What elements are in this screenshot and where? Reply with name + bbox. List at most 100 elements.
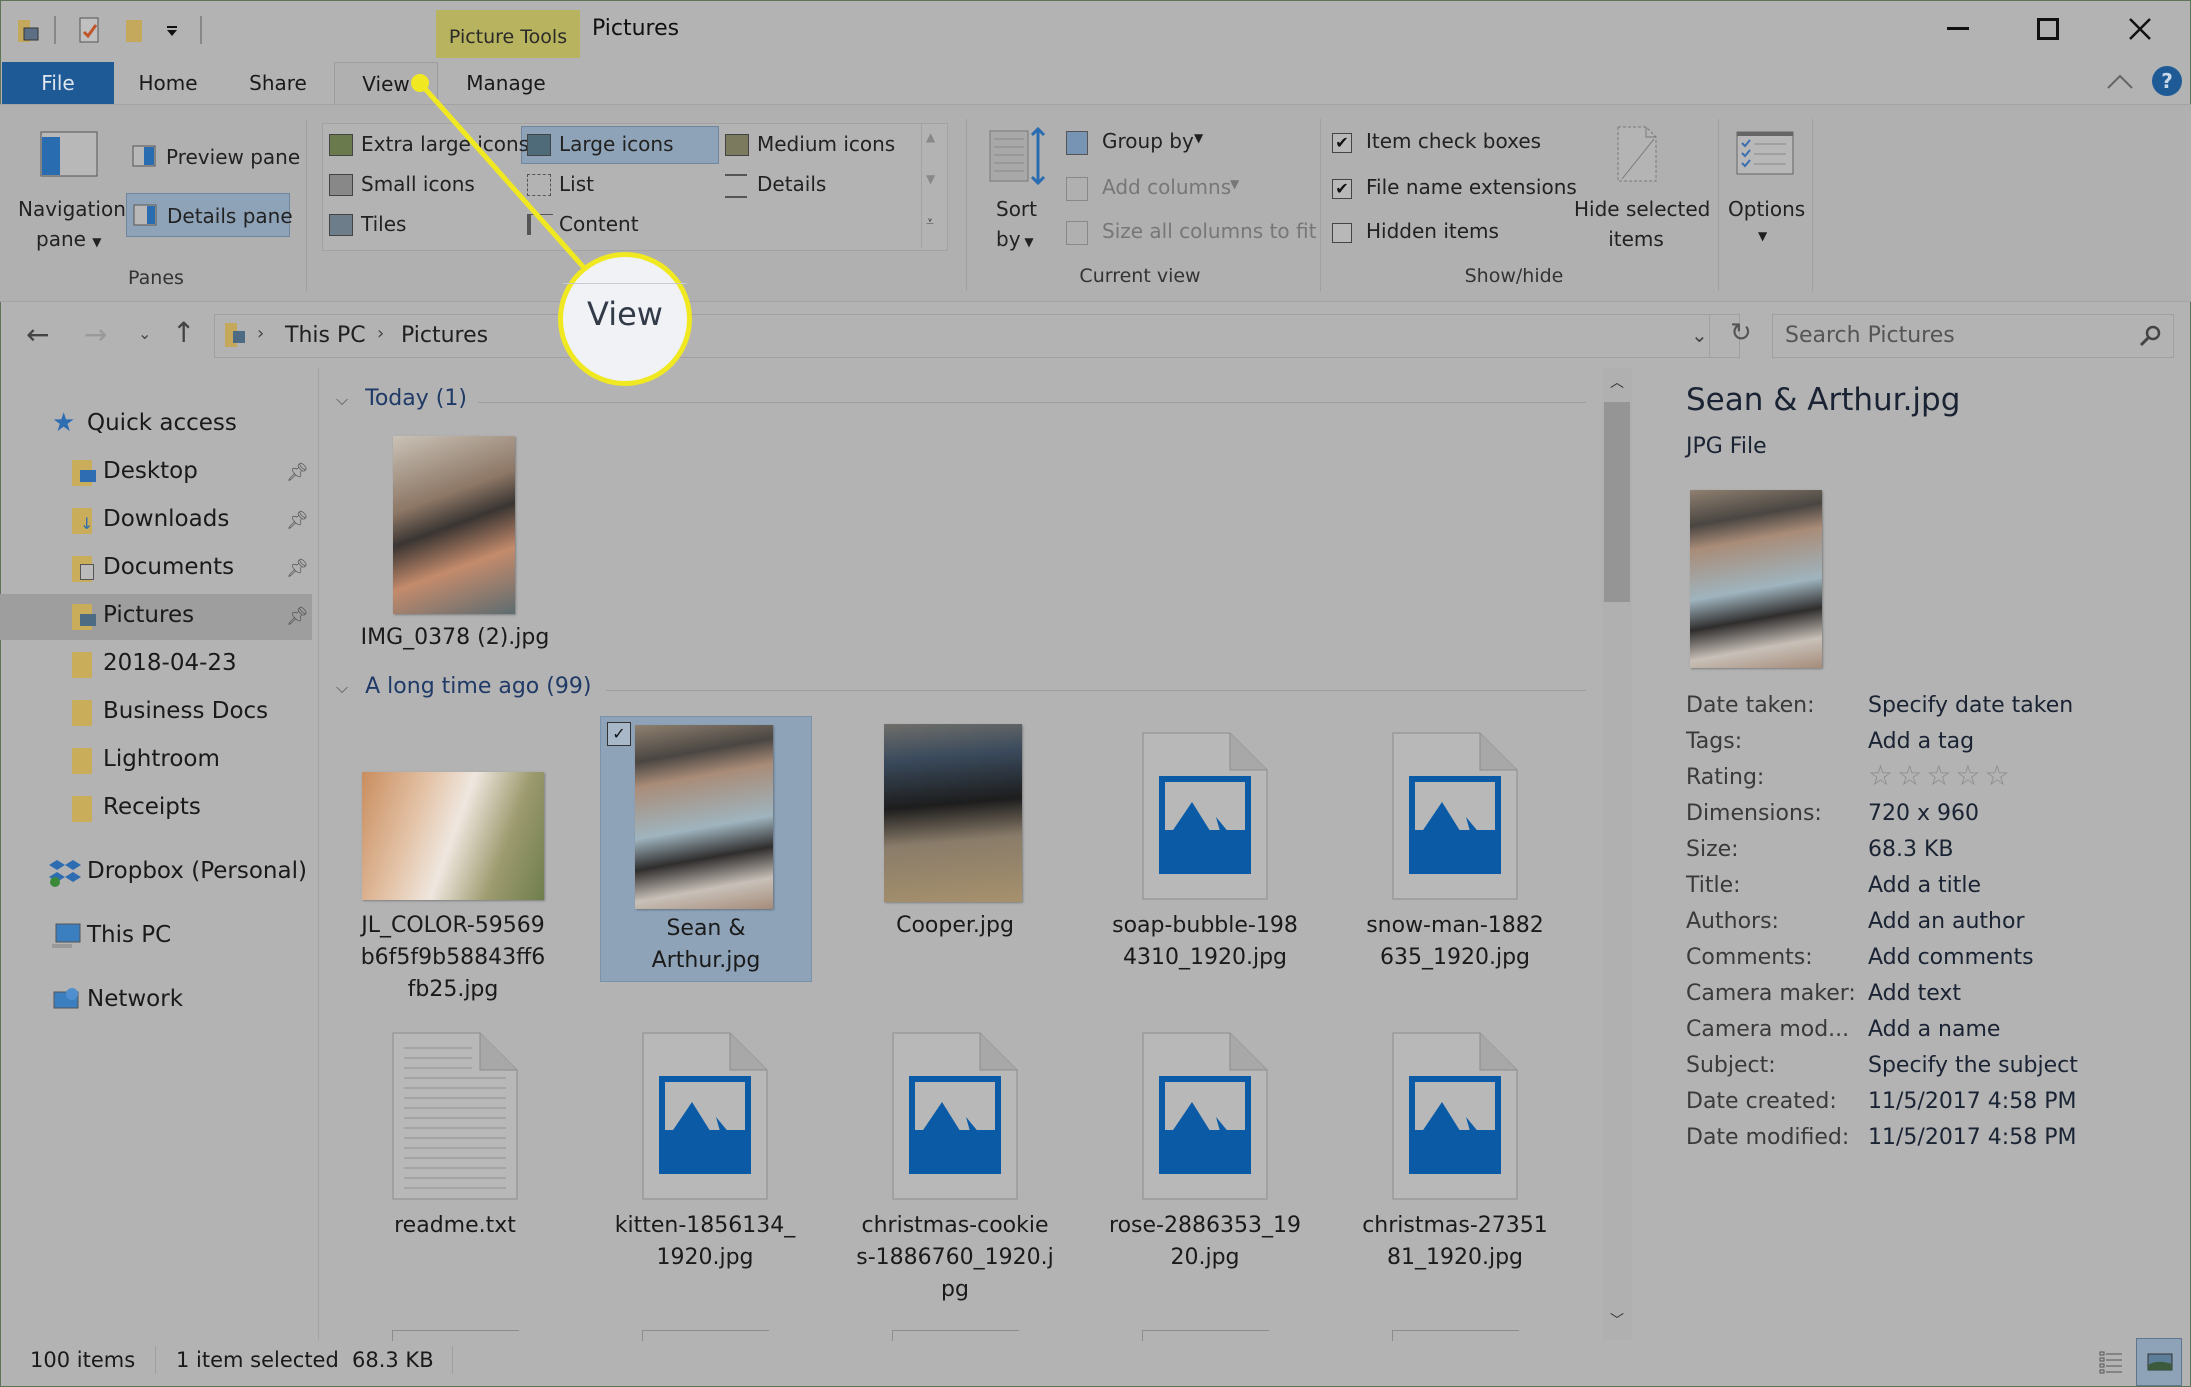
- file-item[interactable]: readme.txt: [350, 1024, 560, 1264]
- file-item[interactable]: kitten-1856134_ 1920.jpg: [600, 1024, 810, 1270]
- close-button[interactable]: [2120, 12, 2160, 46]
- address-bar[interactable]: › This PC › Pictures ⌄: [214, 314, 1740, 358]
- options-button[interactable]: Options: [1728, 197, 1805, 221]
- rating-stars[interactable]: ☆ ☆ ☆ ☆ ☆: [1868, 759, 2014, 792]
- property-value[interactable]: Specify the subject: [1868, 1053, 2078, 1078]
- file-item[interactable]: IMG_0378 (2).jpg: [350, 436, 560, 656]
- property-value[interactable]: 720 x 960: [1868, 801, 1979, 826]
- property-value[interactable]: Add a tag: [1868, 729, 1974, 754]
- layout-large-icons[interactable]: Large icons: [527, 130, 717, 160]
- file-item[interactable]: christmas-27351 81_1920.jpg: [1350, 1024, 1560, 1270]
- property-value[interactable]: 11/5/2017 4:58 PM: [1868, 1125, 2076, 1150]
- pane-divider[interactable]: [318, 368, 319, 1340]
- hide-selected-items-button[interactable]: Hide selected: [1574, 197, 1710, 221]
- address-dropdown-icon[interactable]: ⌄: [1691, 323, 1708, 347]
- file-item[interactable]: snow-man-1882 635_1920.jpg: [1350, 724, 1560, 984]
- file-item-partial[interactable]: [392, 1330, 519, 1341]
- breadcrumb-pictures[interactable]: Pictures: [401, 323, 488, 348]
- tab-share[interactable]: Share: [240, 62, 316, 104]
- nav-this-pc[interactable]: This PC: [0, 914, 312, 960]
- nav-dropbox[interactable]: Dropbox (Personal): [0, 850, 312, 896]
- file-item[interactable]: rose-2886353_19 20.jpg: [1100, 1024, 1310, 1270]
- new-folder-icon[interactable]: [124, 16, 144, 44]
- file-item-selected[interactable]: ✓ Sean & Arthur.jpg: [600, 716, 812, 982]
- layout-medium-icons[interactable]: Medium icons: [725, 130, 915, 160]
- add-columns-button[interactable]: Add columns ▼: [1066, 173, 1266, 205]
- property-value[interactable]: Add an author: [1868, 909, 2025, 934]
- property-value[interactable]: Add a name: [1868, 1017, 2000, 1042]
- star-icon[interactable]: ☆: [1955, 759, 1980, 792]
- gallery-more-icon[interactable]: ⩡: [926, 214, 934, 230]
- nav-folder-2018-04-23[interactable]: 2018-04-23: [0, 642, 312, 688]
- nav-network[interactable]: Network: [0, 978, 312, 1024]
- gallery-up-icon[interactable]: ▲: [926, 130, 935, 144]
- star-icon[interactable]: ☆: [1897, 759, 1922, 792]
- nav-folder-lightroom[interactable]: Lightroom: [0, 738, 312, 784]
- layout-list[interactable]: List: [527, 170, 717, 200]
- file-item-partial[interactable]: [1392, 1330, 1519, 1341]
- property-value[interactable]: 11/5/2017 4:58 PM: [1868, 1089, 2076, 1114]
- property-value[interactable]: Add comments: [1868, 945, 2034, 970]
- search-input[interactable]: Search Pictures: [1772, 314, 2174, 358]
- nav-documents[interactable]: Documents 📌︎: [0, 546, 312, 592]
- breadcrumb-this-pc[interactable]: This PC: [285, 323, 366, 348]
- group-header-today[interactable]: ⌵ Today (1): [336, 386, 467, 411]
- customize-dropdown-icon[interactable]: [164, 16, 180, 44]
- property-value[interactable]: 68.3 KB: [1868, 837, 1954, 862]
- item-check-boxes-toggle[interactable]: ✔ Item check boxes: [1332, 127, 1582, 159]
- tab-manage[interactable]: Manage: [446, 62, 566, 104]
- star-icon[interactable]: ☆: [1868, 759, 1893, 792]
- scroll-thumb[interactable]: [1604, 402, 1630, 602]
- checkmark-icon[interactable]: [78, 16, 102, 44]
- file-name-extensions-toggle[interactable]: ✔ File name extensions: [1332, 173, 1582, 205]
- recent-locations-button[interactable]: ⌄: [138, 324, 151, 343]
- property-value[interactable]: Add a title: [1868, 873, 1981, 898]
- tab-home[interactable]: Home: [130, 62, 206, 104]
- property-value[interactable]: Add text: [1868, 981, 1961, 1006]
- nav-desktop[interactable]: Desktop 📌︎: [0, 450, 312, 496]
- scroll-up-icon[interactable]: ︿: [1610, 372, 1624, 392]
- file-item-partial[interactable]: [892, 1330, 1019, 1341]
- scroll-down-icon[interactable]: ﹀: [1610, 1310, 1624, 1330]
- layout-small-icons[interactable]: Small icons: [329, 170, 519, 200]
- navigation-pane-button-line2[interactable]: pane ▼: [36, 227, 102, 251]
- hidden-items-toggle[interactable]: Hidden items: [1332, 217, 1582, 249]
- collapse-ribbon-icon[interactable]: [2106, 72, 2134, 90]
- file-item[interactable]: christmas-cookie s-1886760_1920.j pg: [850, 1024, 1060, 1304]
- property-value[interactable]: Specify date taken: [1868, 693, 2073, 718]
- hide-selected-items-button-line2[interactable]: items: [1574, 227, 1698, 251]
- back-button[interactable]: ←: [26, 318, 49, 351]
- refresh-button[interactable]: ↻: [1730, 318, 1752, 348]
- pin-icon[interactable]: 📌︎: [286, 510, 309, 531]
- hidden-items-checkbox[interactable]: [1332, 223, 1352, 243]
- star-icon[interactable]: ☆: [1926, 759, 1951, 792]
- file-name-extensions-checkbox[interactable]: ✔: [1332, 179, 1352, 199]
- layout-tiles[interactable]: Tiles: [329, 210, 519, 240]
- vertical-scrollbar[interactable]: ︿ ﹀: [1602, 368, 1632, 1340]
- pin-icon[interactable]: 📌︎: [286, 606, 309, 627]
- file-item[interactable]: soap-bubble-198 4310_1920.jpg: [1100, 724, 1310, 984]
- sort-by-button[interactable]: Sort: [996, 197, 1037, 221]
- details-view-icon[interactable]: [2096, 1346, 2126, 1376]
- up-button[interactable]: ↑: [172, 316, 195, 349]
- properties-icon[interactable]: [16, 16, 44, 44]
- help-icon[interactable]: ?: [2152, 66, 2182, 96]
- group-by-button[interactable]: Group by ▼: [1066, 127, 1266, 159]
- item-checkbox[interactable]: ✓: [607, 722, 631, 746]
- sort-by-button-line2[interactable]: by ▼: [996, 227, 1034, 251]
- size-columns-button[interactable]: Size all columns to fit: [1066, 217, 1316, 249]
- layout-details[interactable]: Details: [725, 170, 915, 200]
- nav-folder-receipts[interactable]: Receipts: [0, 786, 312, 832]
- pin-icon[interactable]: 📌︎: [286, 558, 309, 579]
- tab-view[interactable]: View: [334, 62, 438, 105]
- layout-content[interactable]: Content: [527, 210, 717, 240]
- minimize-button[interactable]: [1938, 12, 1978, 46]
- nav-quick-access[interactable]: ★ Quick access: [0, 402, 312, 448]
- nav-downloads[interactable]: ↓ Downloads 📌︎: [0, 498, 312, 544]
- nav-folder-business-docs[interactable]: Business Docs: [0, 690, 312, 736]
- gallery-down-icon[interactable]: ▼: [926, 172, 935, 186]
- details-pane-button[interactable]: Details pane: [126, 193, 293, 237]
- file-item-partial[interactable]: [642, 1330, 769, 1341]
- maximize-button[interactable]: [2028, 12, 2068, 46]
- group-header-long-ago[interactable]: ⌵ A long time ago (99): [336, 674, 591, 699]
